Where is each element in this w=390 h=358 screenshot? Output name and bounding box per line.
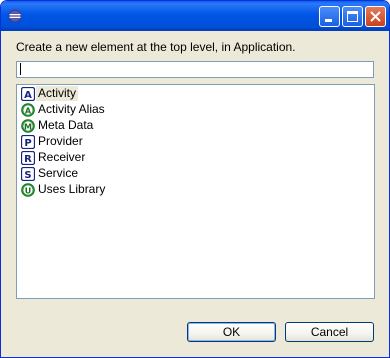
close-button[interactable] — [365, 6, 386, 27]
text-caret — [20, 63, 21, 75]
title-bar[interactable] — [1, 1, 389, 31]
list-item-provider[interactable]: P Provider — [21, 134, 85, 149]
list-item-label: Meta Data — [38, 118, 94, 132]
list-item-activity-alias[interactable]: A Activity Alias — [21, 102, 107, 117]
list-item-activity[interactable]: A Activity — [21, 86, 79, 101]
svg-text:A: A — [24, 90, 32, 101]
close-icon — [370, 11, 381, 22]
list-item-meta-data[interactable]: M Meta Data — [21, 118, 95, 133]
ok-button[interactable]: OK — [187, 322, 276, 342]
minimize-button[interactable] — [319, 6, 340, 27]
cancel-button[interactable]: Cancel — [285, 322, 374, 342]
provider-icon: P — [21, 134, 35, 149]
list-item-label: Provider — [38, 134, 83, 148]
uses-library-icon: U — [21, 182, 35, 197]
svg-text:P: P — [24, 138, 31, 149]
service-icon: S — [21, 166, 35, 181]
svg-text:S: S — [24, 170, 31, 181]
svg-text:R: R — [24, 154, 32, 165]
meta-data-icon: M — [21, 118, 35, 133]
dialog-window: Create a new element at the top level, i… — [0, 0, 390, 358]
maximize-button[interactable] — [342, 6, 363, 27]
list-item-label: Activity Alias — [38, 102, 105, 116]
element-list[interactable]: A Activity A Activity Alias M Meta Data … — [16, 84, 375, 299]
activity-alias-icon: A — [21, 102, 35, 117]
maximize-icon — [347, 11, 358, 22]
list-item-label: Receiver — [38, 150, 86, 164]
svg-text:A: A — [25, 106, 32, 115]
receiver-icon: R — [21, 150, 35, 165]
list-item-receiver[interactable]: R Receiver — [21, 150, 87, 165]
list-item-uses-library[interactable]: U Uses Library — [21, 182, 107, 197]
list-item-label: Service — [38, 166, 79, 180]
svg-text:U: U — [25, 186, 32, 195]
list-item-label: Activity — [36, 86, 79, 101]
eclipse-icon — [8, 9, 22, 23]
activity-icon: A — [21, 86, 35, 101]
minimize-icon — [325, 19, 332, 22]
filter-input[interactable] — [16, 61, 374, 78]
dialog-prompt: Create a new element at the top level, i… — [16, 40, 296, 54]
list-item-label: Uses Library — [38, 182, 106, 196]
list-item-service[interactable]: S Service — [21, 166, 80, 181]
svg-text:M: M — [24, 122, 32, 131]
